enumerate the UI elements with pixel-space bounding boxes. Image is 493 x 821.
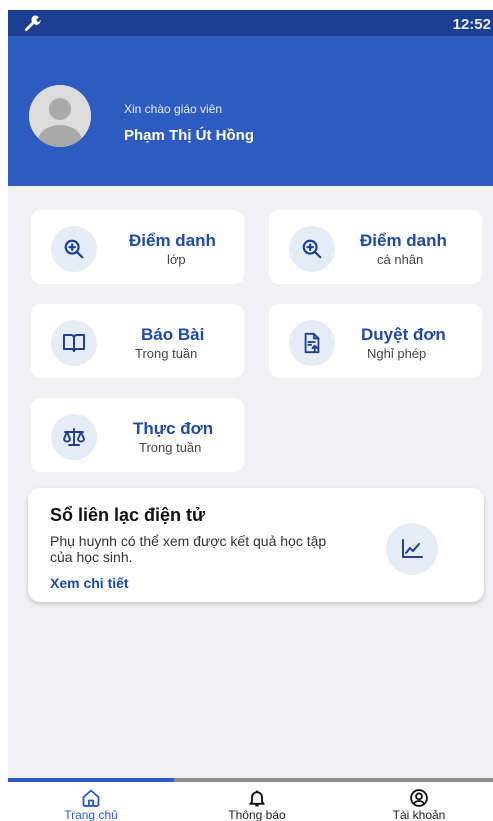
contact-book-description: Phụ huynh có thể xem được kết quả học tậ…: [50, 533, 327, 565]
bottom-tab-bar: Trang chủ Thông báo Tài khoản: [8, 778, 493, 821]
weekly-menu-subtitle: Trong tuần: [139, 440, 202, 455]
account-icon: [410, 789, 428, 807]
tab-account-label: Tài khoản: [392, 808, 446, 821]
profile-header: Xin chào giáo viên Phạm Thị Út Hồng: [8, 36, 493, 186]
status-bar: 12:52: [8, 10, 493, 36]
lesson-report-title: Báo Bài: [141, 325, 205, 344]
view-details-link[interactable]: Xem chi tiết: [50, 575, 129, 591]
avatar[interactable]: [29, 85, 91, 147]
attendance-class-title: Điểm danh: [129, 231, 216, 250]
tab-home[interactable]: Trang chủ: [31, 782, 151, 821]
contact-book-title: Sổ liên lạc điện tử: [50, 505, 206, 525]
tab-notifications-label: Thông báo: [228, 808, 286, 821]
bell-icon: [249, 790, 265, 807]
teacher-name: Phạm Thị Út Hồng: [124, 127, 254, 144]
book-icon: [51, 320, 97, 366]
attendance-class-subtitle: lớp: [167, 252, 186, 267]
attendance-personal-card[interactable]: Điểm danh cá nhân: [269, 210, 482, 284]
e-contact-book-card[interactable]: Sổ liên lạc điện tử Phụ huynh có thể xem…: [28, 488, 484, 602]
weekly-menu-card[interactable]: Thực đơn Trong tuần: [31, 398, 244, 472]
lesson-report-card[interactable]: Báo Bài Trong tuần: [31, 304, 244, 378]
tab-notifications[interactable]: Thông báo: [197, 782, 317, 821]
greeting-text: Xin chào giáo viên: [124, 102, 223, 116]
tab-home-label: Trang chủ: [64, 808, 118, 821]
user-silhouette-icon: [29, 85, 91, 147]
tab-account[interactable]: Tài khoản: [359, 782, 479, 821]
document-upload-icon: [289, 320, 335, 366]
zoom-plus-icon: [289, 226, 335, 272]
scale-icon: [51, 414, 97, 460]
line-chart-icon[interactable]: [386, 523, 438, 575]
zoom-plus-icon: [51, 226, 97, 272]
leave-approval-subtitle: Nghỉ phép: [367, 346, 427, 361]
attendance-class-card[interactable]: Điểm danh lớp: [31, 210, 244, 284]
home-icon: [82, 789, 100, 807]
weekly-menu-title: Thực đơn: [133, 419, 214, 438]
lesson-report-subtitle: Trong tuần: [135, 346, 198, 361]
status-time: 12:52: [452, 16, 491, 33]
app-screen: 12:52 Xin chào giáo viên Phạm Thị Út Hồn…: [8, 10, 493, 821]
attendance-personal-subtitle: cá nhân: [377, 252, 424, 267]
attendance-personal-title: Điểm danh: [360, 231, 447, 250]
leave-approval-title: Duyệt đơn: [361, 325, 446, 344]
wrench-icon: [24, 15, 41, 32]
leave-approval-card[interactable]: Duyệt đơn Nghỉ phép: [269, 304, 482, 378]
